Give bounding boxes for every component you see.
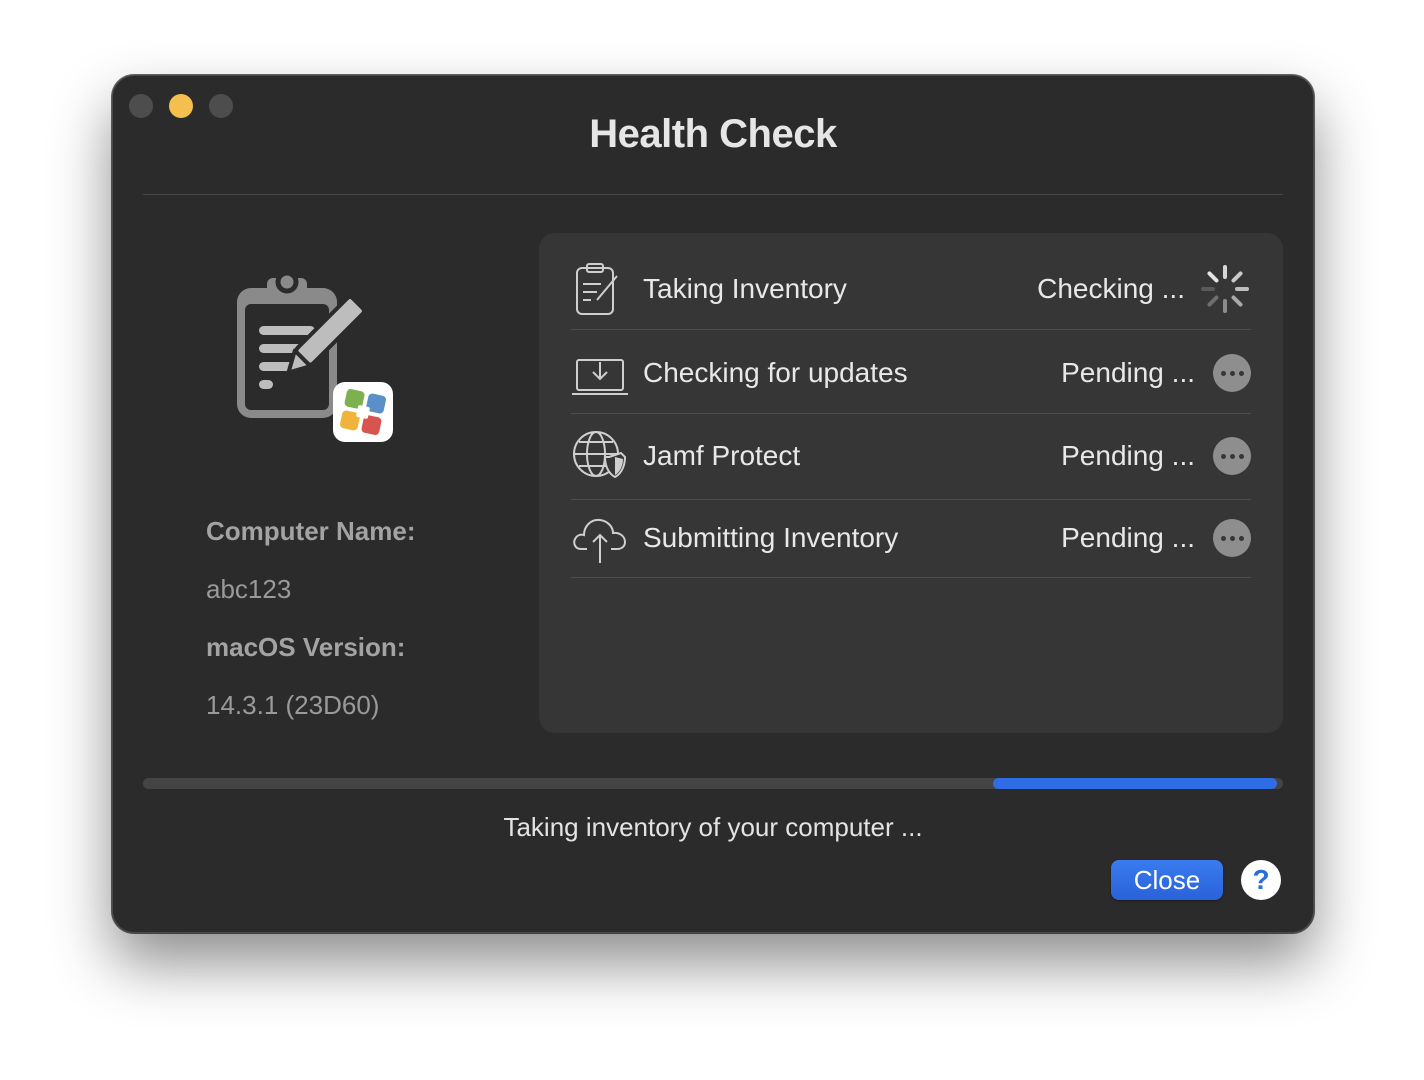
health-check-window: Health Check Computer Name: abc123 macOS…: [112, 75, 1314, 933]
spinner-icon: [1201, 265, 1249, 313]
task-label: Taking Inventory: [643, 273, 847, 304]
close-button[interactable]: Close: [1111, 860, 1223, 900]
device-info: Computer Name: abc123 macOS Version: 14.…: [206, 516, 415, 748]
progress-bar: [143, 778, 1283, 789]
title-divider: [143, 194, 1283, 195]
cloud-upload-icon: [573, 518, 627, 563]
task-label: Jamf Protect: [643, 440, 801, 471]
ellipsis-icon: [1213, 519, 1251, 557]
macos-version-label: macOS Version:: [206, 632, 406, 662]
ellipsis-icon: [1213, 354, 1251, 392]
task-label: Submitting Inventory: [643, 522, 899, 553]
progress-message: Taking inventory of your computer ...: [503, 812, 923, 842]
window-title: Health Check: [589, 112, 837, 156]
task-row-jamf-protect: Jamf Protect Pending ...: [571, 413, 1251, 500]
help-button[interactable]: ?: [1241, 860, 1281, 900]
task-list-panel: Taking Inventory Checking ... Checking f…: [539, 233, 1283, 733]
health-check-app-icon: [237, 270, 393, 442]
task-status: Pending ...: [1061, 440, 1195, 471]
clipboard-edit-icon: [576, 263, 618, 315]
task-row-submitting-inventory: Submitting Inventory Pending ...: [571, 499, 1251, 578]
computer-name-value: abc123: [206, 574, 292, 604]
task-status: Pending ...: [1061, 522, 1195, 553]
laptop-download-icon: [572, 359, 628, 395]
globe-shield-icon: [573, 431, 627, 479]
task-row-taking-inventory: Taking Inventory Checking ...: [571, 249, 1251, 330]
progress-bar-fill: [993, 778, 1277, 789]
computer-name-label: Computer Name:: [206, 516, 416, 546]
task-status: Checking ...: [1037, 273, 1185, 304]
macos-version-value: 14.3.1 (23D60): [206, 690, 380, 720]
task-label: Checking for updates: [643, 357, 908, 388]
task-row-checking-updates: Checking for updates Pending ...: [571, 333, 1251, 414]
ellipsis-icon: [1213, 437, 1251, 475]
task-status: Pending ...: [1061, 357, 1195, 388]
